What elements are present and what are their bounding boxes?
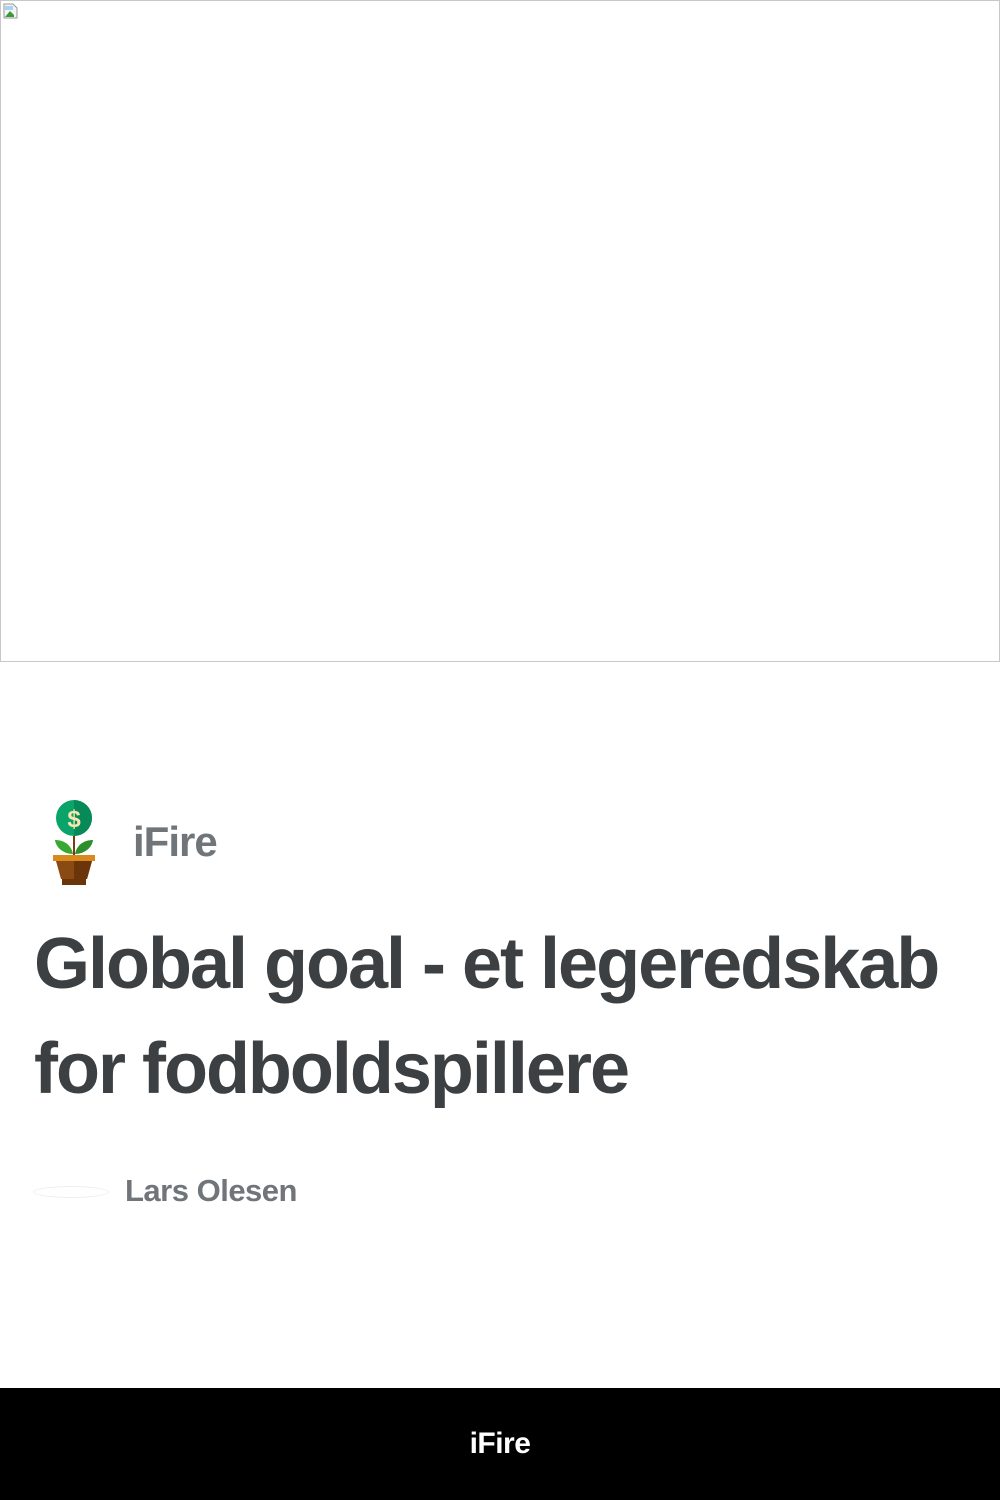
brand-name[interactable]: iFire xyxy=(133,818,218,866)
footer: iFire xyxy=(0,1388,1000,1500)
footer-brand-link[interactable]: iFire xyxy=(470,1427,531,1461)
svg-text:$: $ xyxy=(67,806,81,833)
author-avatar xyxy=(33,1186,109,1198)
money-plant-icon: $ xyxy=(53,800,95,885)
broken-image-icon xyxy=(3,3,18,19)
article-title: Global goal - et legeredskab for fodbold… xyxy=(34,924,940,1109)
brand-logo[interactable]: $ xyxy=(50,800,98,888)
author-name[interactable]: Lars Olesen xyxy=(125,1173,297,1209)
hero-image xyxy=(0,0,1000,662)
